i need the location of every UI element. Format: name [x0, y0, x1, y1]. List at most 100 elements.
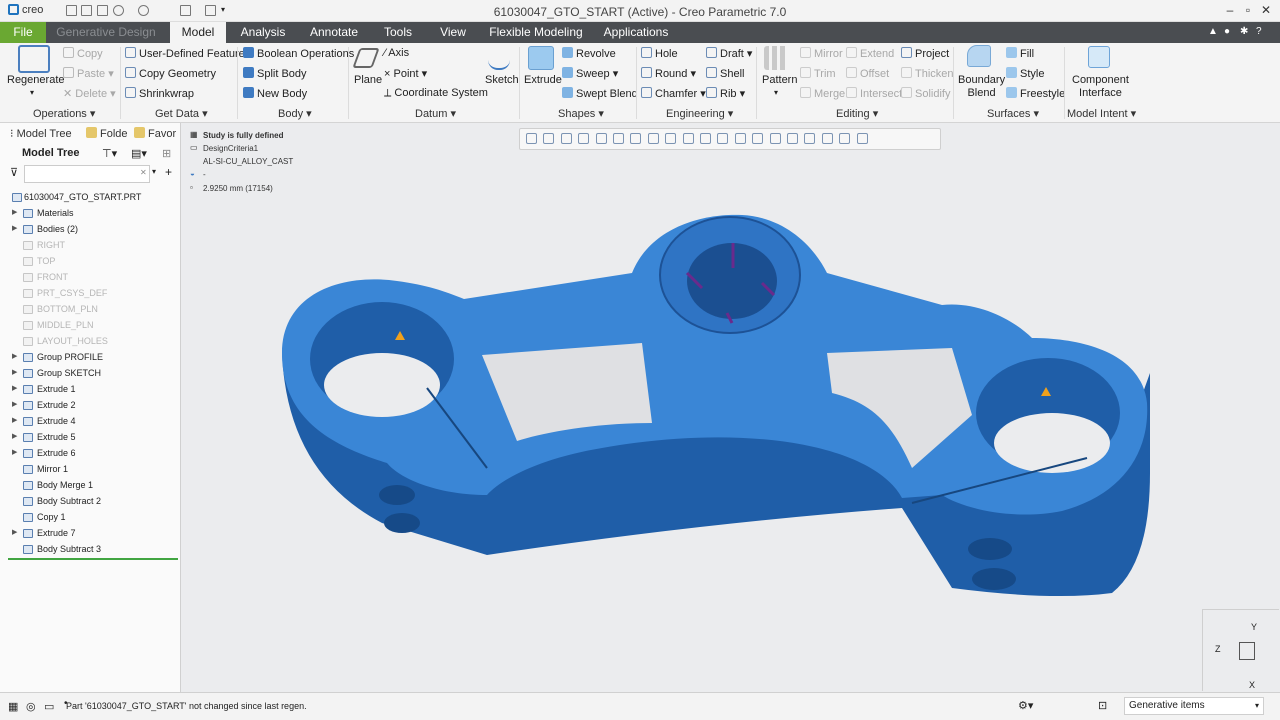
tree-item[interactable]: PRT_CSYS_DEF — [0, 285, 181, 301]
minimize-icon[interactable]: – — [1222, 3, 1238, 17]
draft-button[interactable]: Draft ▾ — [706, 47, 752, 60]
tree-item[interactable]: ▶ Extrude 5 — [0, 429, 181, 445]
tab-generative-design[interactable]: Generative Design — [54, 22, 158, 43]
collapse-ribbon-icon[interactable]: ▲ — [1208, 26, 1218, 37]
sweep-button[interactable]: Sweep ▾ — [562, 67, 618, 80]
expand-arrow-icon[interactable]: ▶ — [12, 205, 17, 221]
expand-arrow-icon[interactable]: ▶ — [12, 413, 17, 429]
boundary-blend-icon[interactable] — [967, 45, 991, 67]
tab-favorites[interactable]: Favor — [134, 127, 176, 140]
trim-button[interactable]: Trim — [800, 67, 836, 80]
clear-search-icon[interactable]: ✕ — [140, 168, 147, 177]
tree-item[interactable]: TOP — [0, 253, 181, 269]
group-shapes[interactable]: Shapes ▾ — [558, 107, 604, 120]
close-icon[interactable]: ✕ — [1258, 3, 1274, 17]
tree-item[interactable]: ▶ Extrude 7 — [0, 525, 181, 541]
intersect-button[interactable]: Intersect — [846, 87, 902, 100]
tree-item[interactable]: ▶ Bodies (2) — [0, 221, 181, 237]
mirror-button[interactable]: Mirror — [800, 47, 843, 60]
component-interface-icon[interactable] — [1088, 46, 1110, 68]
group-body[interactable]: Body ▾ — [278, 107, 312, 120]
maximize-icon[interactable]: ▫ — [1240, 3, 1256, 17]
browser-toggle-icon[interactable]: ◎ — [26, 700, 36, 713]
tab-annotate[interactable]: Annotate — [303, 22, 365, 43]
plane-icon[interactable] — [352, 48, 380, 68]
expand-arrow-icon[interactable]: ▶ — [12, 445, 17, 461]
tree-item[interactable]: ▶ Group PROFILE — [0, 349, 181, 365]
settings-icon[interactable]: ✱ — [1240, 26, 1248, 37]
expand-arrow-icon[interactable]: ▶ — [12, 349, 17, 365]
component-interface-button[interactable]: Component Interface — [1072, 74, 1129, 100]
shrinkwrap-button[interactable]: Shrinkwrap — [125, 87, 194, 100]
coordinate-system-button[interactable]: ⟂ Coordinate System — [384, 87, 488, 100]
hole-button[interactable]: Hole — [641, 47, 678, 60]
swept-blend-button[interactable]: Swept Blend — [562, 87, 638, 100]
add-icon[interactable]: + — [165, 165, 172, 179]
tab-model[interactable]: Model — [170, 22, 226, 43]
notification-icon[interactable]: ● — [1224, 26, 1230, 37]
tree-item[interactable]: LAYOUT_HOLES — [0, 333, 181, 349]
pattern-dropdown-icon[interactable]: ▾ — [774, 88, 778, 97]
insert-here-indicator[interactable] — [8, 558, 178, 560]
delete-button[interactable]: ✕ Delete ▾ — [63, 87, 116, 100]
tree-item[interactable]: 61030047_GTO_START.PRT — [0, 189, 181, 205]
expand-arrow-icon[interactable]: ▶ — [12, 397, 17, 413]
copy-geometry-button[interactable]: Copy Geometry — [125, 67, 216, 80]
expand-arrow-icon[interactable]: ▶ — [12, 365, 17, 381]
fill-button[interactable]: Fill — [1006, 47, 1034, 60]
tab-folder-browser[interactable]: Folde — [86, 127, 128, 140]
tree-item[interactable]: RIGHT — [0, 237, 181, 253]
copy-button[interactable]: Copy — [63, 47, 103, 60]
expand-arrow-icon[interactable]: ▶ — [12, 525, 17, 541]
group-engineering[interactable]: Engineering ▾ — [666, 107, 733, 120]
shell-button[interactable]: Shell — [706, 67, 744, 80]
tree-item[interactable]: ▶ Materials — [0, 205, 181, 221]
new-body-button[interactable]: New Body — [243, 87, 307, 100]
tree-item[interactable]: ▶ Extrude 4 — [0, 413, 181, 429]
tab-flexible-modeling[interactable]: Flexible Modeling — [488, 22, 584, 43]
user-defined-feature-button[interactable]: User-Defined Feature — [125, 47, 245, 60]
tree-item[interactable]: ▶ Group SKETCH — [0, 365, 181, 381]
graphics-window[interactable]: Study is fully defined ▦ DesignCriteria1… — [182, 123, 1280, 692]
selection-filter-icon[interactable]: ⚙▾ — [1018, 699, 1033, 712]
tree-item[interactable]: ▶ Extrude 1 — [0, 381, 181, 397]
tree-item[interactable]: Body Merge 1 — [0, 477, 181, 493]
selection-filter-dropdown[interactable]: Generative items ▾ — [1124, 697, 1264, 715]
offset-button[interactable]: Offset — [846, 67, 889, 80]
solidify-button[interactable]: Solidify — [901, 87, 950, 100]
pattern-button[interactable]: Pattern — [762, 74, 797, 86]
extend-button[interactable]: Extend — [846, 47, 894, 60]
tree-item[interactable]: Mirror 1 — [0, 461, 181, 477]
help-icon[interactable]: ? — [1256, 26, 1262, 37]
merge-button[interactable]: Merge — [800, 87, 845, 100]
tab-tools[interactable]: Tools — [378, 22, 418, 43]
freestyle-button[interactable]: Freestyle — [1006, 87, 1065, 100]
expand-arrow-icon[interactable]: ▶ — [12, 381, 17, 397]
show-icon[interactable]: ⊞ — [162, 147, 171, 160]
tree-item[interactable]: BOTTOM_PLN — [0, 301, 181, 317]
point-button[interactable]: × Point ▾ — [384, 67, 427, 80]
select-mode-icon[interactable]: ⊡ — [1098, 699, 1107, 712]
filter-icon[interactable]: ⊽ — [10, 166, 18, 179]
plane-button[interactable]: Plane — [354, 74, 382, 86]
tree-item[interactable]: Body Subtract 3 — [0, 541, 181, 557]
tab-applications[interactable]: Applications — [600, 22, 672, 43]
expand-arrow-icon[interactable]: ▶ — [12, 221, 17, 237]
tab-analysis[interactable]: Analysis — [237, 22, 289, 43]
pattern-icon[interactable] — [764, 46, 788, 70]
revolve-button[interactable]: Revolve — [562, 47, 616, 60]
boolean-operations-button[interactable]: Boolean Operations — [243, 47, 354, 60]
search-dropdown-icon[interactable]: ▾ — [152, 167, 156, 176]
regenerate-button[interactable]: Regenerate — [7, 74, 65, 86]
group-surfaces[interactable]: Surfaces ▾ — [987, 107, 1039, 120]
model-viewport[interactable] — [182, 123, 1280, 692]
tree-item[interactable]: ▶ Extrude 6 — [0, 445, 181, 461]
thicken-button[interactable]: Thicken — [901, 67, 954, 80]
tab-view[interactable]: View — [432, 22, 474, 43]
extrude-button[interactable]: Extrude — [524, 74, 562, 86]
tree-item[interactable]: MIDDLE_PLN — [0, 317, 181, 333]
sketch-button[interactable]: Sketch — [485, 74, 519, 86]
regenerate-icon[interactable] — [18, 45, 50, 73]
tree-item[interactable]: Copy 1 — [0, 509, 181, 525]
extrude-icon[interactable] — [528, 46, 554, 70]
